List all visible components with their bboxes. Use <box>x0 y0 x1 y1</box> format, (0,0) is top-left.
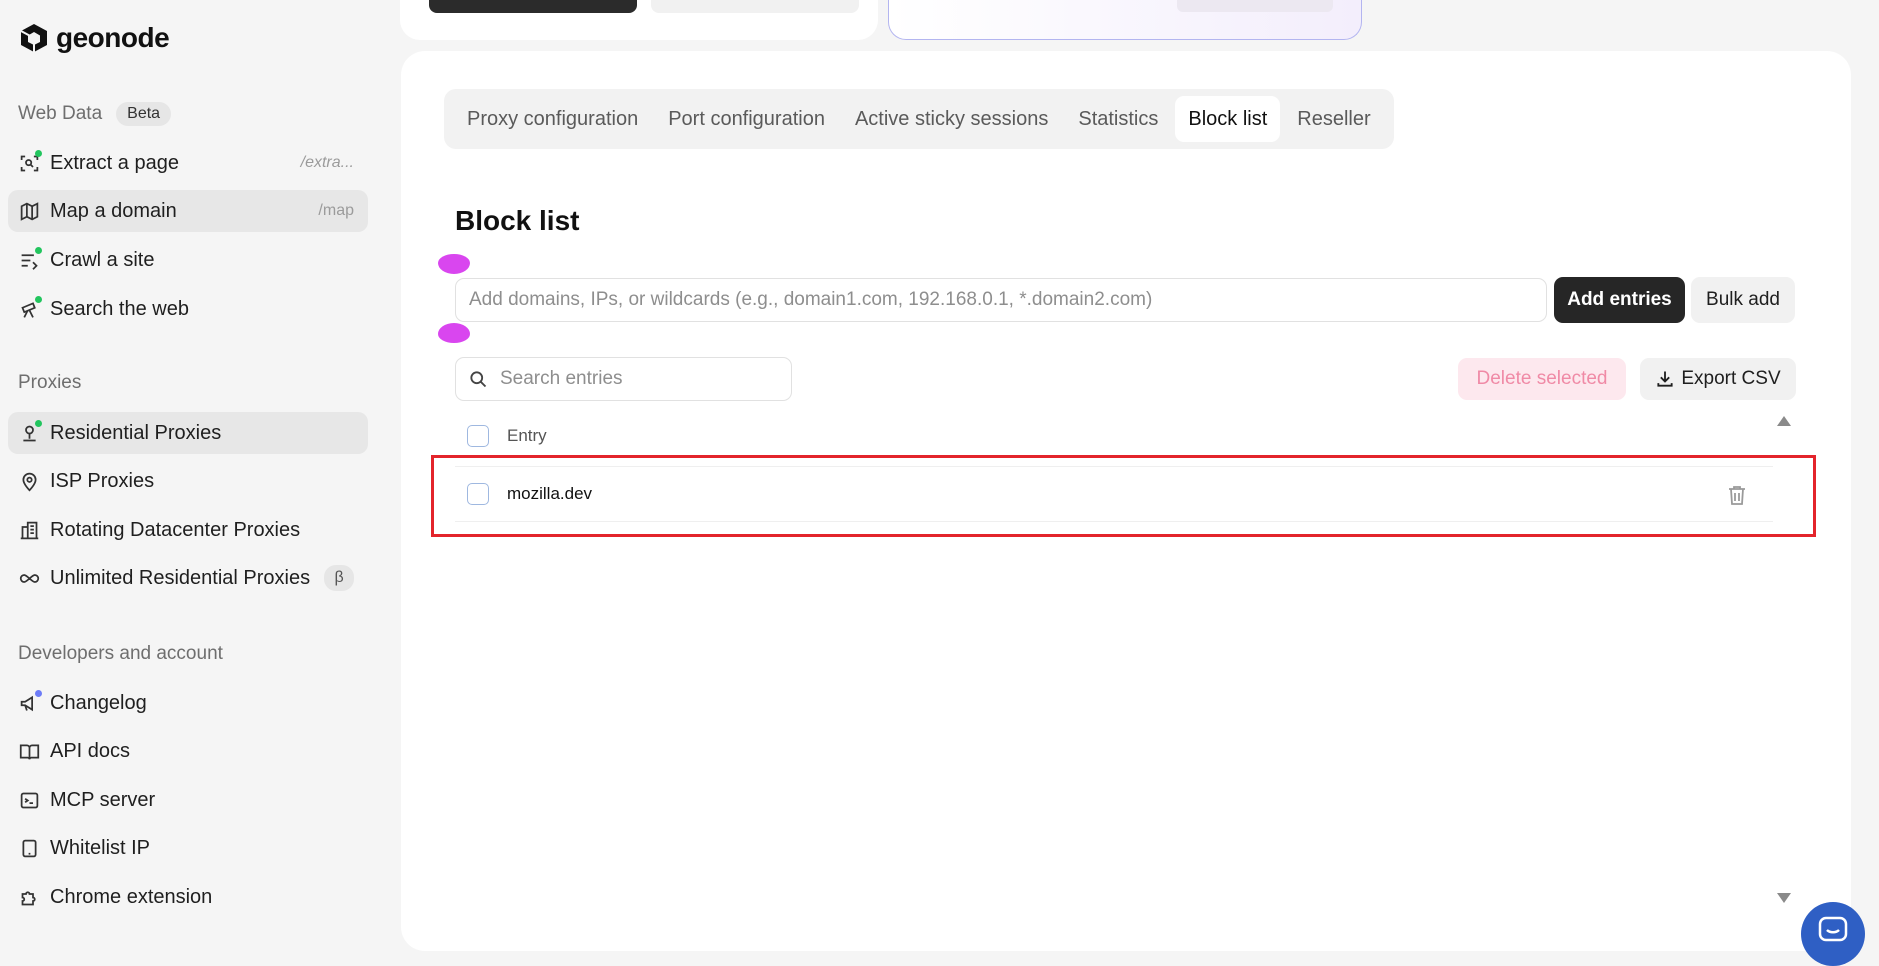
sidebar-item-residential-proxies[interactable]: Residential Proxies <box>8 412 368 454</box>
shortcut-hint: /map <box>318 202 354 219</box>
brand-name: geonode <box>56 22 170 53</box>
trash-icon[interactable] <box>1725 483 1749 507</box>
sidebar-item-search-web[interactable]: Search the web <box>8 288 368 330</box>
section-developers: Developers and account <box>18 643 223 665</box>
sidebar-item-label: ISP Proxies <box>50 469 155 492</box>
crawl-icon <box>18 247 42 271</box>
section-web-data: Web Data Beta <box>18 102 172 126</box>
beta-symbol-badge: β <box>324 565 355 591</box>
export-csv-label: Export CSV <box>1681 368 1781 389</box>
map-icon <box>18 200 40 222</box>
scroll-down-arrow-icon[interactable] <box>1777 893 1791 903</box>
active-dot <box>35 247 42 254</box>
shortcut-hint: /extra... <box>300 154 354 171</box>
section-proxies: Proxies <box>18 372 81 394</box>
sidebar-item-label: Rotating Datacenter Proxies <box>50 518 301 541</box>
megaphone-icon <box>18 690 42 714</box>
scan-search-icon <box>18 150 42 174</box>
table-header: Entry <box>455 412 1773 460</box>
telescope-icon <box>18 296 42 320</box>
sidebar-item-label: Extract a page <box>50 151 179 174</box>
tab-port-configuration[interactable]: Port configuration <box>655 96 838 142</box>
search-entries-input[interactable] <box>498 367 772 391</box>
table-row: mozilla.dev <box>455 466 1773 522</box>
entry-value: mozilla.dev <box>507 484 593 503</box>
search-icon <box>470 371 487 388</box>
sidebar-item-label: MCP server <box>50 788 156 811</box>
puzzle-icon <box>18 886 40 908</box>
sidebar-item-extract-page[interactable]: Extract a page /extra... <box>8 142 368 184</box>
geonode-logo-icon <box>20 24 47 52</box>
tab-reseller[interactable]: Reseller <box>1284 96 1383 142</box>
tab-statistics[interactable]: Statistics <box>1065 96 1171 142</box>
tab-bar: Proxy configuration Port configuration A… <box>444 89 1394 149</box>
bulk-add-button[interactable]: Bulk add <box>1691 277 1795 323</box>
sidebar-item-crawl-site[interactable]: Crawl a site <box>8 239 368 281</box>
sidebar-item-label: Residential Proxies <box>50 421 222 444</box>
search-entries-box[interactable] <box>455 357 792 401</box>
tab-active-sticky-sessions[interactable]: Active sticky sessions <box>842 96 1061 142</box>
page-title: Block list <box>455 205 580 236</box>
chat-icon <box>1818 916 1848 942</box>
download-icon <box>1657 371 1673 387</box>
section-title-proxies: Proxies <box>18 372 82 393</box>
residential-pin-icon <box>18 420 42 444</box>
tablet-icon <box>18 837 40 859</box>
section-title-developers: Developers and account <box>18 643 223 664</box>
sidebar-item-label: Changelog <box>50 691 147 714</box>
sidebar-item-changelog[interactable]: Changelog <box>8 682 368 724</box>
row-checkbox[interactable] <box>467 483 489 505</box>
sidebar-item-mcp-server[interactable]: MCP server <box>8 779 368 821</box>
add-entries-button[interactable]: Add entries <box>1554 277 1685 323</box>
sidebar-item-chrome-extension[interactable]: Chrome extension <box>8 876 368 918</box>
sidebar-item-whitelist-ip[interactable]: Whitelist IP <box>8 827 368 869</box>
column-header-entry: Entry <box>507 426 547 445</box>
sidebar-item-label: Unlimited Residential Proxies <box>50 566 311 589</box>
export-csv-button[interactable]: Export CSV <box>1640 358 1796 400</box>
active-dot <box>35 296 42 303</box>
book-icon <box>18 740 40 762</box>
table-scrollbar[interactable] <box>1774 412 1796 912</box>
infinity-icon <box>18 567 40 589</box>
chat-launcher[interactable] <box>1801 902 1865 966</box>
sidebar-item-label: Map a domain <box>50 199 177 222</box>
location-pin-icon <box>18 470 40 492</box>
promo-card-button[interactable] <box>1177 0 1333 12</box>
active-dot <box>35 150 42 157</box>
delete-selected-button[interactable]: Delete selected <box>1458 358 1626 400</box>
add-entries-input[interactable] <box>455 278 1547 322</box>
select-all-checkbox[interactable] <box>467 425 489 447</box>
terminal-icon <box>18 789 40 811</box>
building-icon <box>18 519 40 541</box>
scroll-up-arrow-icon[interactable] <box>1777 416 1791 426</box>
sidebar-item-isp-proxies[interactable]: ISP Proxies <box>8 460 368 502</box>
top-primary-button[interactable] <box>429 0 637 13</box>
tab-block-list[interactable]: Block list <box>1175 96 1281 142</box>
sidebar-item-datacenter-proxies[interactable]: Rotating Datacenter Proxies <box>8 509 368 551</box>
beta-badge: Beta <box>116 102 172 126</box>
drag-marker-bottom[interactable] <box>438 323 470 343</box>
sidebar-item-label: Search the web <box>50 297 189 320</box>
sidebar-item-label: Crawl a site <box>50 248 155 271</box>
sidebar-item-label: Whitelist IP <box>50 836 151 859</box>
sidebar: geonode Web Data Beta Extract a page /ex… <box>0 0 400 943</box>
notification-dot <box>35 690 42 697</box>
tab-proxy-configuration[interactable]: Proxy configuration <box>454 96 651 142</box>
top-secondary-button[interactable] <box>651 0 859 13</box>
section-title-web-data: Web Data <box>18 103 103 124</box>
promo-card <box>888 0 1362 40</box>
sidebar-item-unlimited-residential[interactable]: Unlimited Residential Proxies β <box>8 557 368 599</box>
brand-logo[interactable]: geonode <box>18 22 170 54</box>
sidebar-item-label: API docs <box>50 739 131 762</box>
sidebar-item-label: Chrome extension <box>50 885 213 908</box>
sidebar-item-api-docs[interactable]: API docs <box>8 730 368 772</box>
active-dot <box>35 420 42 427</box>
blocklist-table: Entry mozilla.dev <box>455 412 1773 912</box>
sidebar-item-map-domain[interactable]: Map a domain /map <box>8 190 368 232</box>
